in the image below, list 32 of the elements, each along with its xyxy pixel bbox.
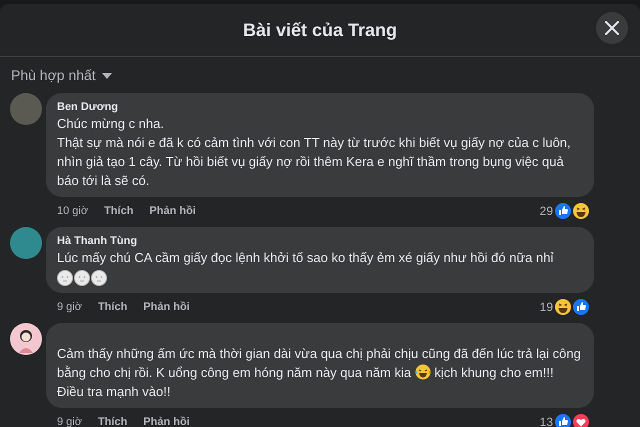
- comment-author[interactable]: Hà Thanh Tùng: [57, 234, 583, 248]
- like-link[interactable]: Thích: [98, 414, 128, 427]
- face-emoji-icon: [91, 270, 107, 286]
- reply-link[interactable]: Phản hồi: [149, 202, 196, 220]
- close-button[interactable]: [596, 12, 628, 44]
- laughing-reaction-icon: [572, 202, 590, 220]
- close-icon: [605, 21, 619, 35]
- comment-text: Lúc mấy chú CA cầm giấy đọc lệnh khởi tố sao ko thấy ẻm xé giấy như hồi đó nữa nhỉ: [57, 249, 554, 267]
- comment-author[interactable]: Ben Dương: [57, 100, 583, 114]
- face-emoji-icon: [74, 270, 90, 286]
- dialog-title: Bài viết của Trang: [242, 18, 398, 42]
- reaction-count[interactable]: 29: [540, 202, 553, 220]
- like-link[interactable]: Thích: [98, 298, 128, 316]
- reply-link[interactable]: Phản hồi: [143, 414, 190, 427]
- comment-time[interactable]: 9 giờ: [57, 414, 82, 427]
- face-emoji-icon: [57, 270, 73, 286]
- like-reaction-icon: [554, 202, 572, 220]
- avatar[interactable]: [10, 227, 42, 259]
- comment-time[interactable]: 10 giờ: [57, 202, 88, 220]
- reaction-count[interactable]: 19: [540, 298, 553, 316]
- laughing-reaction-icon: [554, 298, 572, 316]
- avatar-icon[interactable]: [10, 323, 42, 355]
- caret-icon: [102, 72, 112, 78]
- comment-text: Cảm thấy những ấm ức mà thời gian dài vừa qua chị phải chịu cũng đã đến lúc trả lại công bằng cho chị rồi. K uổng công em hóng năm này qua năm kia kịch khung cho em!!! Điều tra mạnh vào!!: [57, 345, 582, 401]
- like-link[interactable]: Thích: [104, 202, 134, 220]
- comment-time[interactable]: 9 giờ: [57, 298, 82, 316]
- like-reaction-icon: [572, 298, 590, 316]
- sort-dropdown[interactable]: Phù hợp nhất: [11, 65, 112, 86]
- reaction-count[interactable]: 13: [540, 413, 553, 427]
- reply-link[interactable]: Phản hồi: [143, 298, 190, 316]
- laughing-emoji-icon: [414, 364, 431, 380]
- comment-text: Chúc mừng c nha. Thật sự mà nói e đã k có cảm tình với con TT này từ trước khi biết vụ giấy nợ của c luôn, nhìn giả tạo 1 cây. Từ hồi biết vụ giấy nợ rồi thêm Kera e nghĩ thầm trong bụng việc quả báo tới là sẽ có.: [57, 115, 572, 190]
